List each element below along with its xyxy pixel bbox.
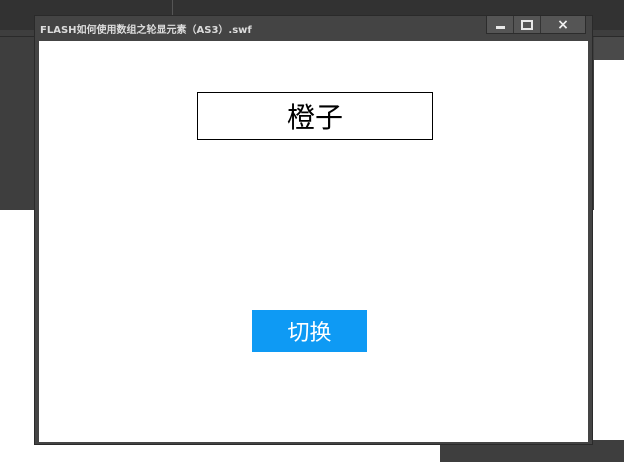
minimize-button[interactable] — [487, 16, 514, 33]
flash-stage: 橙子 切换 — [39, 41, 588, 442]
workspace-canvas-right — [594, 60, 624, 462]
flash-player-window: FLASH如何使用数组之轮显元素（AS3）.swf × 橙子 切换 — [34, 15, 593, 445]
window-title: FLASH如何使用数组之轮显元素（AS3）.swf — [40, 25, 252, 36]
close-icon: × — [557, 16, 569, 33]
maximize-icon — [521, 19, 533, 30]
minimize-icon — [495, 25, 505, 29]
workspace-panel-right — [594, 37, 624, 62]
maximize-button[interactable] — [514, 16, 541, 33]
fruit-text-box: 橙子 — [197, 92, 433, 140]
close-button[interactable]: × — [541, 16, 585, 33]
workspace-divider — [172, 0, 173, 16]
window-titlebar[interactable]: FLASH如何使用数组之轮显元素（AS3）.swf × — [35, 16, 592, 40]
switch-button[interactable]: 切换 — [252, 310, 367, 352]
window-controls: × — [486, 16, 586, 34]
